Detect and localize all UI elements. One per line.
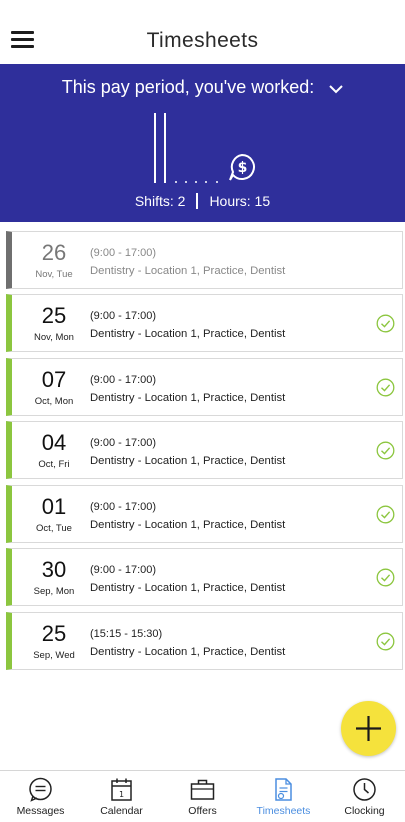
card-location: Dentistry - Location 1, Practice, Dentis… (90, 519, 286, 531)
pay-period-stats: Shifts: 2 Hours: 15 (0, 193, 405, 209)
card-time: (9:00 - 17:00) (90, 374, 157, 386)
card-location: Dentistry - Location 1, Practice, Dentis… (90, 646, 286, 658)
chart-dot (175, 181, 177, 183)
card-location: Dentistry - Location 1, Practice, Dentis… (90, 455, 286, 467)
approved-check-icon (376, 568, 395, 592)
chart-dot (216, 181, 218, 183)
card-month-weekday: Nov, Mon (34, 332, 74, 343)
briefcase-icon (190, 777, 215, 802)
tab-label: Calendar (100, 805, 143, 817)
chart-bar (164, 113, 166, 183)
tab-label: Clocking (344, 805, 385, 817)
approved-check-icon (376, 632, 395, 656)
tab-label: Timesheets (256, 805, 311, 817)
card-location: Dentistry - Location 1, Practice, Dentis… (90, 328, 286, 340)
page-title: Timesheets (146, 29, 259, 52)
timesheet-icon (271, 777, 296, 802)
stats-divider (196, 193, 199, 209)
approved-check-icon (376, 505, 395, 529)
card-month-weekday: Sep, Wed (33, 650, 75, 661)
tab-messages[interactable]: Messages (0, 771, 81, 822)
tab-timesheets[interactable]: Timesheets (243, 771, 324, 822)
shifts-count: Shifts: 2 (134, 193, 186, 209)
approved-check-icon (376, 441, 395, 465)
tab-label: Messages (16, 805, 65, 817)
card-day: 25 (41, 621, 67, 646)
card-location: Dentistry - Location 1, Practice, Dentis… (90, 582, 286, 594)
card-time: (15:15 - 15:30) (90, 628, 163, 640)
app-header: Timesheets (0, 0, 405, 64)
svg-text:$: $ (238, 160, 248, 176)
approved-check-icon (376, 314, 395, 338)
approved-check-icon (376, 378, 395, 402)
card-month-weekday: Oct, Mon (34, 396, 74, 407)
hours-count: Hours: 15 (209, 193, 271, 209)
timesheet-card[interactable]: 01 Oct, Tue (9:00 - 17:00) Dentistry - L… (6, 485, 403, 543)
card-month-weekday: Nov, Tue (35, 269, 73, 280)
card-time: (9:00 - 17:00) (90, 501, 157, 513)
card-day: 07 (41, 367, 67, 392)
tab-calendar[interactable]: 1 Calendar (81, 771, 162, 822)
bottom-tab-bar: Messages 1 Calendar Offers Timesheets Cl… (0, 770, 405, 822)
chart-dot (195, 181, 197, 183)
card-day: 30 (41, 557, 67, 582)
timesheet-card[interactable]: 30 Sep, Mon (9:00 - 17:00) Dentistry - L… (6, 548, 403, 606)
timesheet-card[interactable]: 25 Sep, Wed (15:15 - 15:30) Dentistry - … (6, 612, 403, 670)
card-location: Dentistry - Location 1, Practice, Dentis… (90, 265, 286, 277)
tab-label: Offers (188, 805, 217, 817)
tab-offers[interactable]: Offers (162, 771, 243, 822)
card-month-weekday: Oct, Fri (38, 459, 70, 470)
card-day: 25 (41, 303, 67, 328)
card-day: 04 (41, 430, 67, 455)
card-time: (9:00 - 17:00) (90, 437, 157, 449)
chevron-down-icon (329, 78, 343, 99)
card-month-weekday: Sep, Mon (33, 586, 75, 597)
tab-clocking[interactable]: Clocking (324, 771, 405, 822)
chart-bar (154, 113, 156, 183)
add-timesheet-button[interactable] (341, 701, 396, 756)
timesheet-card[interactable]: 04 Oct, Fri (9:00 - 17:00) Dentistry - L… (6, 421, 403, 479)
calendar-icon: 1 (109, 777, 134, 802)
card-time: (9:00 - 17:00) (90, 564, 157, 576)
svg-text:1: 1 (119, 790, 124, 799)
card-time: (9:00 - 17:00) (90, 310, 157, 322)
timesheet-card[interactable]: 26 Nov, Tue (9:00 - 17:00) Dentistry - L… (6, 231, 403, 289)
card-time: (9:00 - 17:00) (90, 247, 157, 259)
timesheet-card[interactable]: 25 Nov, Mon (9:00 - 17:00) Dentistry - L… (6, 294, 403, 352)
chart-dot (185, 181, 187, 183)
plus-icon (356, 716, 381, 741)
messages-icon (28, 777, 53, 802)
pay-period-heading: This pay period, you've worked: (61, 77, 315, 97)
money-bubble-icon: $ (227, 153, 259, 188)
clock-icon (352, 777, 377, 802)
pay-period-toggle[interactable]: This pay period, you've worked: (0, 77, 405, 99)
pay-period-summary: This pay period, you've worked: $ Shifts… (0, 64, 405, 222)
timesheet-card[interactable]: 07 Oct, Mon (9:00 - 17:00) Dentistry - L… (6, 358, 403, 416)
card-location: Dentistry - Location 1, Practice, Dentis… (90, 392, 286, 404)
chart-dot (205, 181, 207, 183)
card-month-weekday: Oct, Tue (36, 523, 72, 534)
card-day: 26 (41, 240, 67, 265)
card-day: 01 (41, 494, 67, 519)
